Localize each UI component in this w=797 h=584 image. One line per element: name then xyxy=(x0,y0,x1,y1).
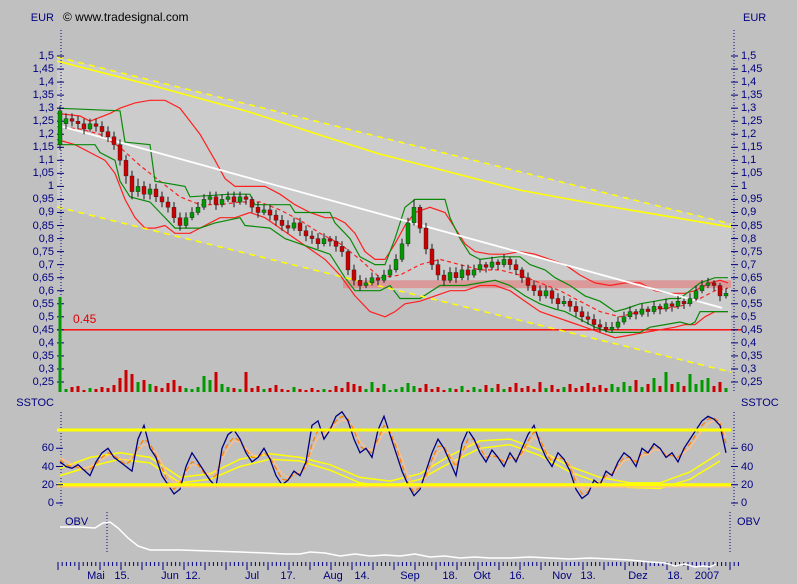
axis-tick-label: 2007 xyxy=(689,570,725,582)
axis-tick-label: 0,7 xyxy=(741,259,781,271)
axis-tick-label: 0,3 xyxy=(741,363,781,375)
axis-tick-label: 0 xyxy=(16,497,54,509)
axis-tick-label: Sep xyxy=(392,570,428,582)
axis-tick-label: 12. xyxy=(175,570,211,582)
chart-canvas xyxy=(0,0,797,584)
axis-tick-label: 0,8 xyxy=(16,233,54,245)
axis-tick-label: Jul xyxy=(234,570,270,582)
axis-tick-label: 17. xyxy=(270,570,306,582)
axis-tick-label: 16. xyxy=(499,570,535,582)
axis-tick-label: 1,3 xyxy=(16,102,54,114)
axis-tick-label: 1,35 xyxy=(741,89,781,101)
axis-tick-label: 40 xyxy=(16,461,54,473)
support-level-label: 0.45 xyxy=(73,313,96,325)
axis-tick-label: 0,85 xyxy=(16,220,54,232)
axis-tick-label: 18. xyxy=(432,570,468,582)
axis-tick-label: 1,15 xyxy=(741,141,781,153)
axis-tick-label: 0,45 xyxy=(741,324,781,336)
axis-tick-label: 1,2 xyxy=(741,128,781,140)
axis-tick-label: 0,25 xyxy=(16,376,54,388)
axis-tick-label: 0,95 xyxy=(741,193,781,205)
axis-tick-label: 0,45 xyxy=(16,324,54,336)
axis-tick-label: 0,7 xyxy=(16,259,54,271)
axis-tick-label: 0,25 xyxy=(741,376,781,388)
axis-tick-label: 1,1 xyxy=(741,154,781,166)
axis-tick-label: 20 xyxy=(16,479,54,491)
axis-tick-label: 0,9 xyxy=(741,206,781,218)
copyright-text: © www.tradesignal.com xyxy=(63,11,189,23)
axis-tick-label: 1,3 xyxy=(741,102,781,114)
obv-line xyxy=(60,522,716,567)
obv-panel-label-left: OBV xyxy=(65,516,88,528)
axis-tick-label: 0,8 xyxy=(741,233,781,245)
axis-tick-label: 0,65 xyxy=(741,272,781,284)
axis-tick-label: 14. xyxy=(344,570,380,582)
sstoc-panel-label-left: SSTOC xyxy=(10,397,54,409)
axis-tick-label: 1 xyxy=(741,180,781,192)
axis-tick-label: 0,65 xyxy=(16,272,54,284)
axis-tick-label: 1,4 xyxy=(16,76,54,88)
axis-tick-label: 1,4 xyxy=(741,76,781,88)
axis-tick-label: 60 xyxy=(16,442,54,454)
axis-tick-label: 13. xyxy=(570,570,606,582)
axis-tick-label: 1,5 xyxy=(741,50,781,62)
obv-panel-label-right: OBV xyxy=(737,516,760,528)
axis-tick-label: 0,55 xyxy=(16,298,54,310)
axis-tick-label: 1,05 xyxy=(741,167,781,179)
axis-tick-label: 0 xyxy=(741,497,781,509)
axis-tick-label: 1,05 xyxy=(16,167,54,179)
axis-tick-label: 20 xyxy=(741,479,781,491)
axis-tick-label: 18. xyxy=(657,570,693,582)
axis-tick-label: 0,3 xyxy=(16,363,54,375)
price-axis-unit-right: EUR xyxy=(743,12,766,24)
axis-tick-label: 1 xyxy=(16,180,54,192)
axis-tick-label: 1,2 xyxy=(16,128,54,140)
trend-channel-shading xyxy=(57,57,731,372)
axis-tick-label: 0,6 xyxy=(16,285,54,297)
axis-tick-label: 1,35 xyxy=(16,89,54,101)
trading-chart-window: EUR © www.tradesignal.com EUR 0.45 SSTOC… xyxy=(0,0,797,584)
axis-tick-label: 0,9 xyxy=(16,206,54,218)
axis-tick-label: 60 xyxy=(741,442,781,454)
axis-tick-label: 0,35 xyxy=(16,350,54,362)
axis-tick-label: Dez xyxy=(620,570,656,582)
axis-tick-label: 1,1 xyxy=(16,154,54,166)
axis-tick-label: 0,75 xyxy=(741,246,781,258)
axis-tick-label: 0,95 xyxy=(16,193,54,205)
axis-tick-label: 0,6 xyxy=(741,285,781,297)
axis-tick-label: 1,45 xyxy=(16,63,54,75)
axis-tick-label: 1,25 xyxy=(741,115,781,127)
axis-tick-label: 1,25 xyxy=(16,115,54,127)
axis-tick-label: 15. xyxy=(104,570,140,582)
axis-tick-label: 0,85 xyxy=(741,220,781,232)
price-axis-unit-left: EUR xyxy=(20,12,54,24)
axis-tick-label: Okt xyxy=(464,570,500,582)
axis-tick-label: 40 xyxy=(741,461,781,473)
axis-tick-label: 0,5 xyxy=(741,311,781,323)
axis-tick-label: 0,55 xyxy=(741,298,781,310)
axis-tick-label: 0,4 xyxy=(16,337,54,349)
axis-tick-label: 0,35 xyxy=(741,350,781,362)
axis-tick-label: 1,15 xyxy=(16,141,54,153)
axis-tick-label: 1,45 xyxy=(741,63,781,75)
sstoc-panel-label-right: SSTOC xyxy=(741,397,779,409)
axis-tick-label: 0,75 xyxy=(16,246,54,258)
axis-tick-label: 0,5 xyxy=(16,311,54,323)
axis-tick-label: 1,5 xyxy=(16,50,54,62)
axis-tick-label: 0,4 xyxy=(741,337,781,349)
